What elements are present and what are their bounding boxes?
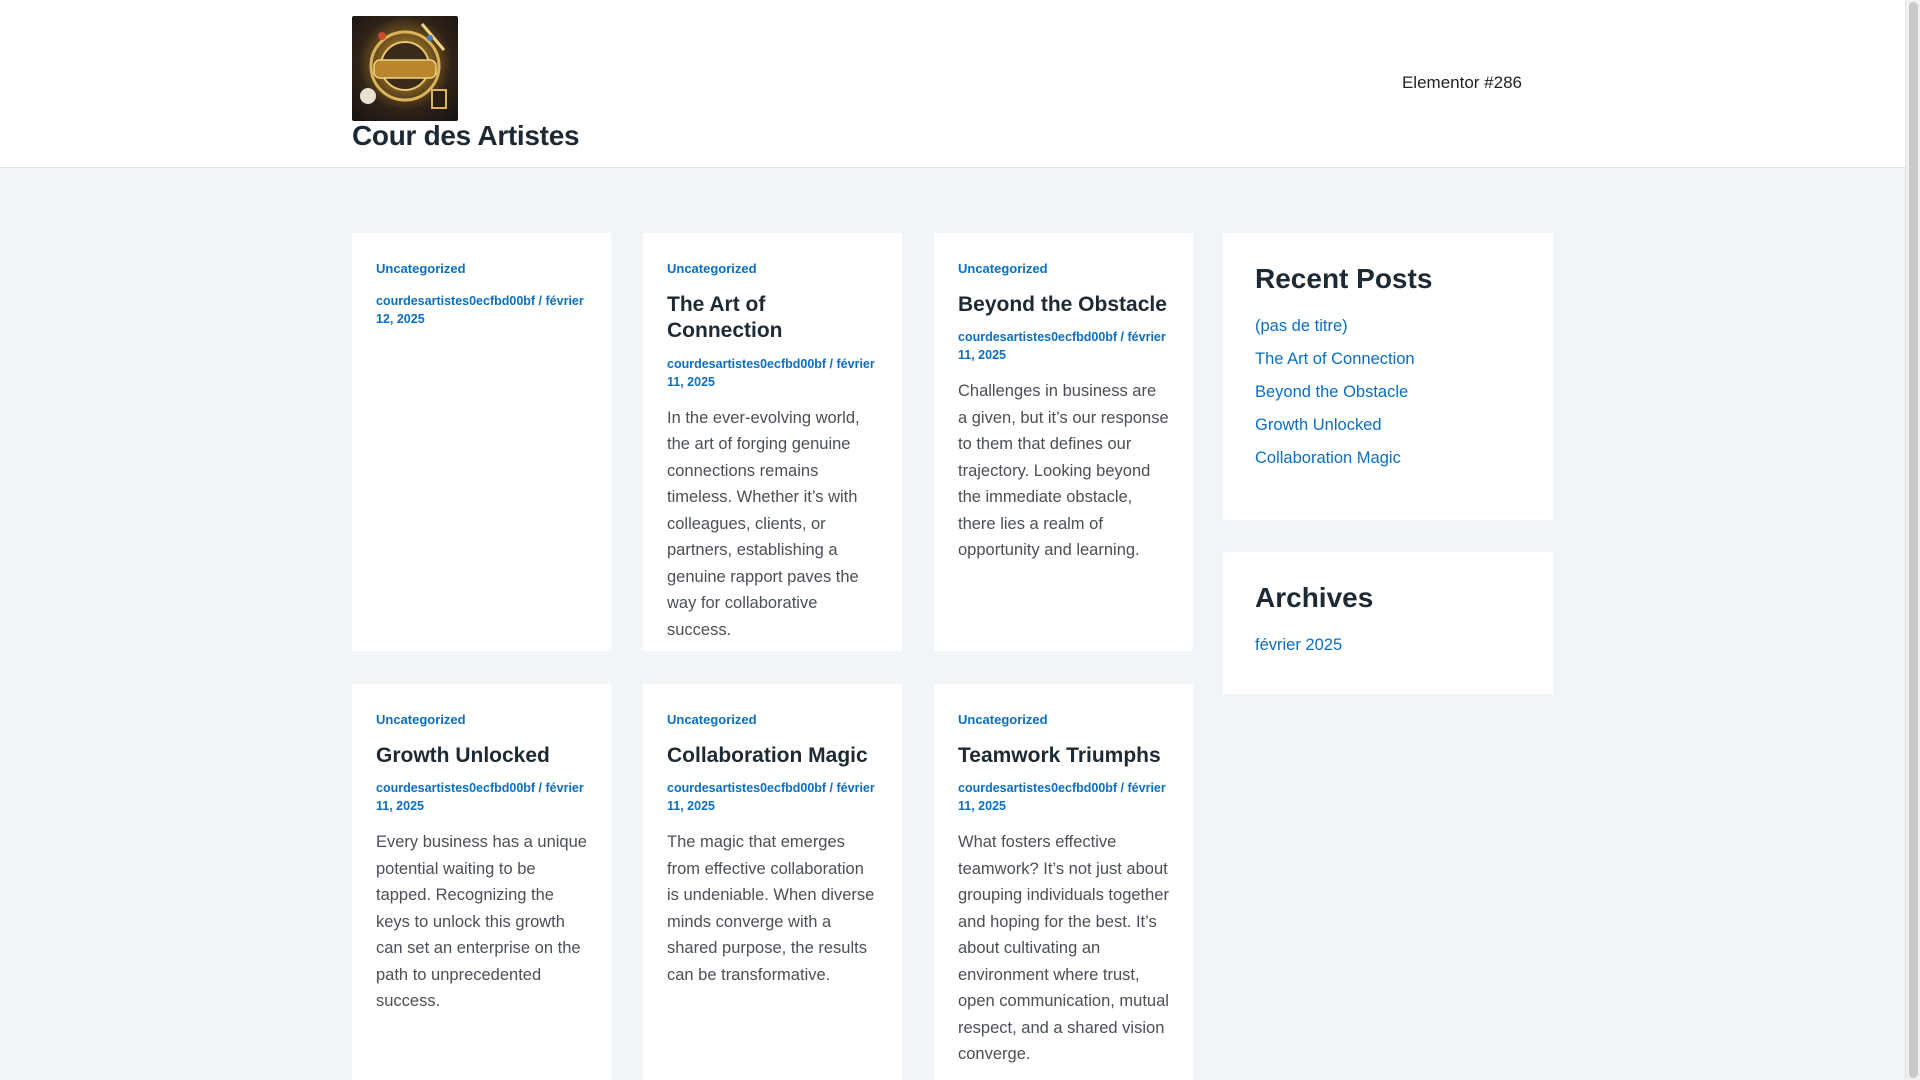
widget-title-archives: Archives xyxy=(1255,582,1374,613)
post-category-link[interactable]: Uncategorized xyxy=(958,261,1169,276)
widget-title-recent-posts: Recent Posts xyxy=(1255,263,1433,294)
nav-link-elementor[interactable]: Elementor #286 xyxy=(1402,73,1522,93)
recent-post-link[interactable]: (pas de titre) xyxy=(1255,317,1348,335)
palette-logo-icon xyxy=(360,23,447,109)
recent-post-link[interactable]: Collaboration Magic xyxy=(1255,449,1401,467)
post-card: Uncategorized courdesartistes0ecfbd00bf … xyxy=(352,233,611,651)
post-excerpt: In the ever-evolving world, the art of f… xyxy=(667,408,860,639)
post-card: Uncategorized Growth Unlocked courdesart… xyxy=(352,684,611,1080)
post-excerpt: What fosters effective teamwork? It’s no… xyxy=(958,833,1169,1064)
post-category-link[interactable]: Uncategorized xyxy=(958,712,1169,727)
post-category-link[interactable]: Uncategorized xyxy=(376,712,587,727)
post-category-link[interactable]: Uncategorized xyxy=(667,712,878,727)
post-category-link[interactable]: Uncategorized xyxy=(667,261,878,276)
post-title[interactable]: The Art of Connection xyxy=(667,292,878,345)
post-title[interactable]: Beyond the Obstacle xyxy=(958,292,1169,318)
post-excerpt: Challenges in business are a given, but … xyxy=(958,382,1169,560)
recent-post-link[interactable]: Growth Unlocked xyxy=(1255,416,1382,434)
post-card: Uncategorized The Art of Connection cour… xyxy=(643,233,902,651)
post-meta[interactable]: courdesartistes0ecfbd00bf / février 12, … xyxy=(376,292,587,328)
site-logo[interactable] xyxy=(352,16,458,121)
post-title[interactable]: Growth Unlocked xyxy=(376,743,587,769)
recent-posts-widget: Recent Posts (pas de titre) The Art of C… xyxy=(1223,233,1553,520)
recent-post-link[interactable]: Beyond the Obstacle xyxy=(1255,383,1408,401)
post-category-link[interactable]: Uncategorized xyxy=(376,261,587,276)
post-title[interactable]: Collaboration Magic xyxy=(667,743,878,769)
post-meta[interactable]: courdesartistes0ecfbd00bf / février 11, … xyxy=(958,328,1169,364)
post-excerpt: The magic that emerges from effective co… xyxy=(667,833,875,984)
site-header: Cour des Artistes Elementor #286 xyxy=(0,0,1905,168)
post-meta[interactable]: courdesartistes0ecfbd00bf / février 11, … xyxy=(667,779,878,815)
post-excerpt: Every business has a unique potential wa… xyxy=(376,833,587,1011)
post-meta[interactable]: courdesartistes0ecfbd00bf / février 11, … xyxy=(376,779,587,815)
post-meta[interactable]: courdesartistes0ecfbd00bf / février 11, … xyxy=(958,779,1169,815)
archives-widget: Archives février 2025 xyxy=(1223,552,1553,694)
vertical-scrollbar[interactable] xyxy=(1905,0,1920,1080)
archive-link[interactable]: février 2025 xyxy=(1255,636,1342,654)
site-title[interactable]: Cour des Artistes xyxy=(352,120,580,152)
post-card: Uncategorized Beyond the Obstacle courde… xyxy=(934,233,1193,651)
post-card: Uncategorized Collaboration Magic courde… xyxy=(643,684,902,1080)
post-card: Uncategorized Teamwork Triumphs courdesa… xyxy=(934,684,1193,1080)
post-meta[interactable]: courdesartistes0ecfbd00bf / février 11, … xyxy=(667,355,878,391)
recent-post-link[interactable]: The Art of Connection xyxy=(1255,350,1415,368)
post-title[interactable]: Teamwork Triumphs xyxy=(958,743,1169,769)
scrollbar-thumb[interactable] xyxy=(1909,2,1918,1078)
